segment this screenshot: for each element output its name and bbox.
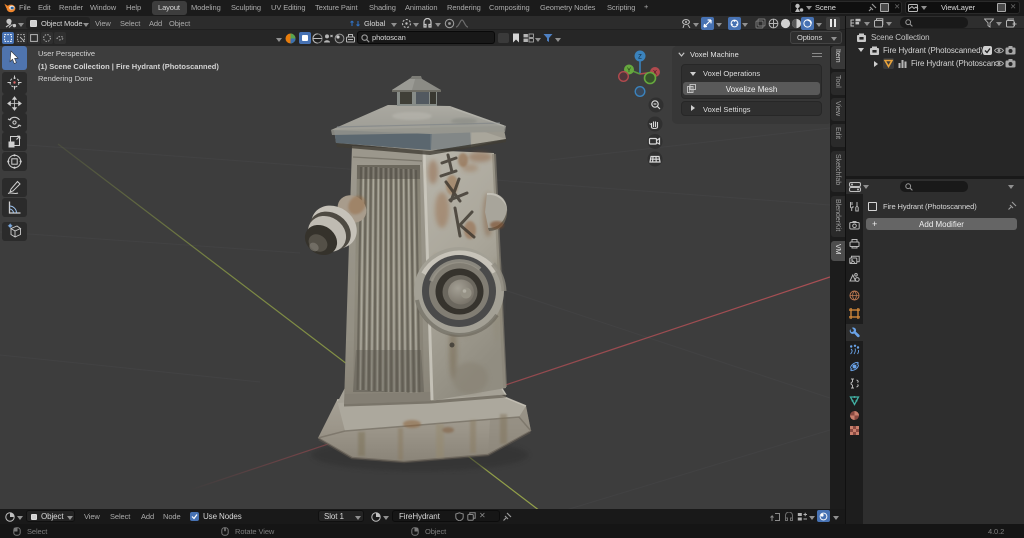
svg-text:Z: Z [638,54,642,60]
